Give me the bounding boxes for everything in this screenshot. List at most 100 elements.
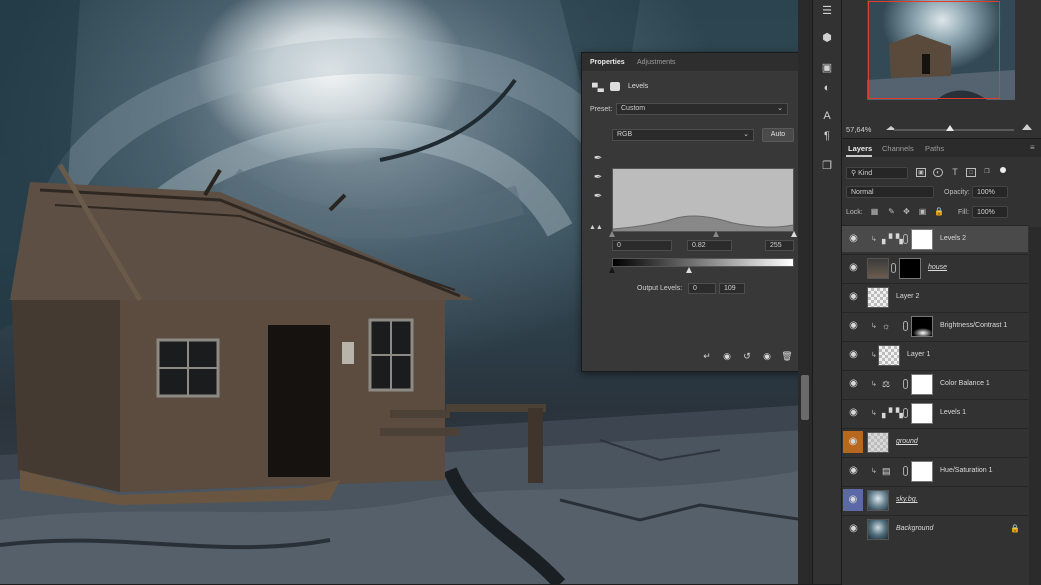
layer-row-layer-2[interactable]: ◉ Layer 2	[842, 283, 1028, 310]
filter-kind-dropdown[interactable]: ⚲ Kind	[846, 167, 908, 179]
libraries-icon[interactable]: ▣	[819, 60, 835, 76]
input-gamma-field[interactable]: 0.82	[687, 240, 732, 251]
output-black-field[interactable]: 0	[688, 283, 716, 294]
character-icon[interactable]: A	[819, 108, 835, 124]
input-white-field[interactable]: 255	[765, 240, 794, 251]
paragraph-icon[interactable]: ¶	[819, 128, 835, 144]
eye-icon[interactable]: ◉	[847, 378, 860, 390]
layer-row-background[interactable]: ◉ Background 🔒	[842, 515, 1028, 542]
blend-mode-dropdown[interactable]: Normal	[846, 186, 934, 198]
lock-artboard-icon[interactable]: ▣	[918, 207, 927, 216]
filter-smart-object-icon[interactable]: ❐	[982, 168, 992, 177]
layer-row-brightness-contrast-1[interactable]: ◉ ↳ ☼ Brightness/Contrast 1	[842, 312, 1028, 339]
layer-row-sky-bg[interactable]: ◉ sky.bg.	[842, 486, 1028, 513]
layer-name: Background	[896, 525, 934, 532]
clip-to-layer-icon[interactable]: ↵	[700, 350, 714, 362]
layer-mask-thumbnail[interactable]	[911, 316, 933, 337]
properties-panel[interactable]: Properties Adjustments ≡ ▀▃ Levels Prese…	[581, 52, 813, 372]
lock-image-pixels-icon[interactable]: ✎	[887, 207, 896, 216]
layer-row-house[interactable]: ◉ house	[842, 254, 1028, 281]
navigator-zoom-slider[interactable]	[894, 129, 1014, 131]
layer-mask-thumbnail[interactable]	[911, 374, 933, 395]
layer-mask-thumbnail[interactable]	[911, 461, 933, 482]
sliders-icon[interactable]: ☰	[819, 3, 835, 19]
layer-mask-thumbnail[interactable]	[899, 258, 921, 279]
chain-link-icon[interactable]	[903, 321, 908, 331]
auto-button[interactable]: Auto	[762, 128, 794, 142]
lock-label: Lock:	[846, 209, 863, 216]
eye-icon[interactable]: ◉	[847, 349, 860, 361]
eye-icon[interactable]: ◉	[847, 233, 860, 245]
layer-row-levels-2[interactable]: ◉ ↳ ▖▘▚ Levels 2	[842, 225, 1028, 252]
tab-properties[interactable]: Properties	[590, 59, 625, 66]
filter-toggle-icon[interactable]	[1000, 167, 1006, 173]
canvas-scroll-thumb[interactable]	[801, 375, 809, 420]
black-point-eyedropper-icon[interactable]: ✒	[592, 153, 604, 165]
reset-icon[interactable]: ↺	[740, 350, 754, 362]
cube-icon[interactable]: ⬢	[819, 30, 835, 46]
zoom-in-icon[interactable]	[1022, 124, 1032, 130]
navigator-zoom-value[interactable]: 57,64%	[846, 125, 871, 134]
preset-dropdown[interactable]: Custom ⌄	[616, 103, 788, 115]
layer-mask-thumbnail[interactable]	[911, 229, 933, 250]
layers-scrollbar[interactable]	[1029, 227, 1041, 585]
filter-type-icon[interactable]: T	[950, 168, 960, 177]
tab-layers[interactable]: Layers	[848, 144, 872, 153]
eye-icon[interactable]: ◉	[843, 431, 863, 453]
channel-dropdown[interactable]: RGB ⌄	[612, 129, 754, 141]
canvas-vertical-scrollbar[interactable]	[798, 0, 812, 584]
clipping-arrow-icon: ↳	[871, 236, 877, 243]
trash-icon[interactable]: 🗑	[780, 350, 794, 362]
output-white-slider[interactable]	[686, 267, 692, 273]
filter-shape-icon[interactable]: □	[966, 168, 976, 177]
eye-icon[interactable]: ◉	[847, 320, 860, 332]
chain-link-icon[interactable]	[903, 379, 908, 389]
chain-link-icon[interactable]	[891, 263, 896, 273]
input-black-field[interactable]: 0	[612, 240, 672, 251]
eye-icon[interactable]: ◉	[847, 465, 860, 477]
lock-position-icon[interactable]: ✥	[902, 207, 911, 216]
opacity-field[interactable]: 100%	[972, 186, 1008, 198]
layer-name: house	[928, 264, 948, 271]
layer-mask-icon[interactable]	[610, 82, 620, 91]
eye-icon[interactable]: ◉	[847, 291, 860, 303]
tab-channels[interactable]: Channels	[882, 144, 914, 153]
lock-all-icon[interactable]: 🔒	[934, 207, 944, 216]
layer-mask-thumbnail[interactable]	[911, 403, 933, 424]
tab-adjustments[interactable]: Adjustments	[637, 59, 676, 66]
filter-pixel-icon[interactable]: ▣	[916, 168, 926, 177]
eye-icon[interactable]: ◉	[847, 523, 860, 535]
calculate-histogram-icon[interactable]: ▲▲	[589, 224, 603, 231]
layer-row-ground[interactable]: ◉ ground	[842, 428, 1028, 455]
lock-icon: 🔒	[1010, 524, 1020, 533]
white-point-eyedropper-icon[interactable]: ✒	[592, 191, 604, 203]
layer-row-color-balance-1[interactable]: ◉ ↳ ⚖ Color Balance 1	[842, 370, 1028, 397]
filter-adjustment-icon[interactable]: ◐	[933, 168, 943, 177]
layer-name: Color Balance 1	[940, 380, 990, 387]
output-white-field[interactable]: 109	[719, 283, 745, 294]
eye-icon[interactable]: ◉	[847, 407, 860, 419]
view-previous-state-icon[interactable]: ◉	[720, 350, 734, 362]
chain-link-icon[interactable]	[903, 408, 908, 418]
output-black-slider[interactable]	[609, 267, 615, 273]
chain-link-icon[interactable]	[903, 466, 908, 476]
tab-paths[interactable]: Paths	[925, 144, 944, 153]
input-white-slider[interactable]	[791, 231, 797, 237]
layer-row-levels-1[interactable]: ◉ ↳ ▖▘▚ Levels 1	[842, 399, 1028, 426]
adjustments-icon[interactable]: ◐	[819, 80, 835, 96]
input-gamma-slider[interactable]	[713, 231, 719, 237]
gray-point-eyedropper-icon[interactable]: ✒	[592, 172, 604, 184]
layers-panel-icon[interactable]: ❐	[819, 158, 835, 174]
eye-icon[interactable]: ◉	[843, 489, 863, 511]
panel-menu-icon[interactable]: ≡	[1030, 143, 1035, 152]
layer-row-hue-saturation-1[interactable]: ◉ ↳ ▤ Hue/Saturation 1	[842, 457, 1028, 484]
chain-link-icon[interactable]	[903, 234, 908, 244]
layer-row-layer-1[interactable]: ◉ ↳ Layer 1	[842, 341, 1028, 368]
toggle-visibility-eye-icon[interactable]: ◉	[760, 350, 774, 362]
navigator-zoom-knob[interactable]	[946, 125, 954, 131]
input-black-slider[interactable]	[609, 231, 615, 237]
navigator-view-box[interactable]	[868, 1, 1000, 99]
eye-icon[interactable]: ◉	[847, 262, 860, 274]
fill-field[interactable]: 100%	[972, 206, 1008, 218]
lock-transparent-pixels-icon[interactable]: ▦	[870, 207, 879, 216]
